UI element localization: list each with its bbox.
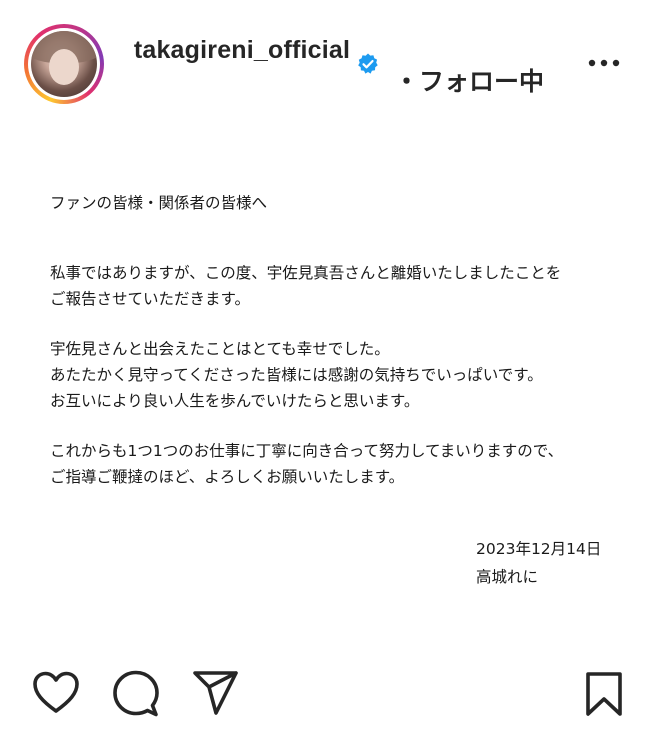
comment-icon[interactable] [112, 670, 160, 718]
signature-block: 2023年12月14日 高城れに [476, 535, 601, 591]
following-button[interactable]: ・フォロー中 [394, 62, 544, 98]
verified-badge-icon [358, 53, 378, 74]
caption-line: 宇佐見さんと出会えたことはとても幸せでした。 [50, 340, 390, 358]
avatar-photo [31, 31, 97, 97]
heart-icon[interactable] [32, 671, 80, 715]
action-bar [0, 655, 660, 735]
caption-line: これからも1つ1つのお仕事に丁寧に向き合って努力してまいりますので、 [50, 442, 564, 460]
post-caption: ファンの皆様・関係者の皆様へ 私事ではありますが、この度、宇佐見真吾さんと離婚い… [50, 190, 630, 490]
avatar-gap [28, 28, 100, 100]
username-link[interactable]: takagireni_official [132, 33, 352, 67]
caption-line: ご報告させていただきます。 [50, 290, 250, 308]
caption-line: あたたかく見守ってくださった皆様には感謝の気持ちでいっぱいです。 [50, 366, 543, 384]
caption-line: 私事ではありますが、この度、宇佐見真吾さんと離婚いたしましたことを [50, 264, 562, 282]
bookmark-icon[interactable] [584, 671, 624, 717]
share-icon[interactable] [192, 670, 240, 716]
signature-name: 高城れに [476, 568, 539, 586]
post-date: 2023年12月14日 [476, 540, 602, 558]
greeting-text: ファンの皆様・関係者の皆様へ [50, 194, 268, 212]
avatar[interactable] [24, 24, 104, 104]
avatar-face [49, 49, 79, 85]
caption-line: ご指導ご鞭撻のほど、よろしくお願いいたします。 [50, 468, 405, 486]
more-options-icon[interactable] [586, 51, 626, 75]
caption-line: お互いにより良い人生を歩んでいけたらと思います。 [50, 392, 420, 410]
post-header: takagireni_official ・フォロー中 [0, 0, 660, 136]
